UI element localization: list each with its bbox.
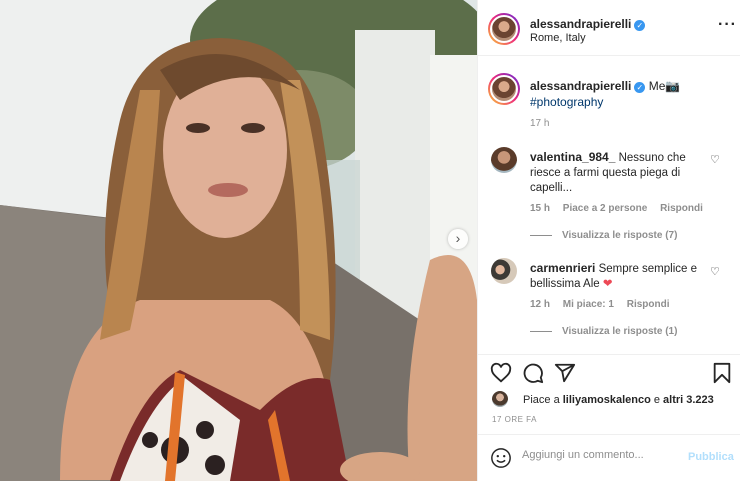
comment-input[interactable] — [522, 449, 672, 461]
comment-likes[interactable]: Piace a 2 persone — [563, 203, 648, 214]
caption-author-avatar[interactable] — [488, 73, 520, 105]
post-photo[interactable]: › — [0, 0, 477, 481]
commenter-avatar[interactable] — [491, 147, 517, 173]
heart-icon[interactable]: ♡ — [710, 265, 720, 278]
actions-divider — [478, 354, 740, 355]
more-options-icon[interactable]: ··· — [718, 16, 737, 34]
likes-middle: e — [650, 394, 664, 406]
share-icon[interactable] — [554, 362, 576, 384]
verified-badge-icon: ✓ — [634, 20, 646, 31]
post-date[interactable]: 17 ORE FA — [492, 415, 537, 424]
comment-username[interactable]: carmenrieri — [530, 261, 595, 275]
comment-meta: 15 h Piace a 2 persone Rispondi — [530, 203, 713, 214]
liker-avatar[interactable] — [492, 391, 508, 407]
likes-summary[interactable]: Piace a liliyamoskalenco e altri 3.223 — [523, 394, 714, 406]
post-header: alessandrapierelli ✓ Rome, Italy ··· — [478, 0, 740, 56]
verified-badge-icon: ✓ — [634, 82, 646, 93]
commenter-avatar[interactable] — [491, 258, 517, 284]
reply-button[interactable]: Rispondi — [660, 203, 703, 214]
next-photo-button[interactable]: › — [448, 229, 468, 249]
likes-prefix: Piace a — [523, 394, 563, 406]
post-image — [0, 0, 477, 481]
post-location[interactable]: Rome, Italy — [530, 32, 586, 44]
comment-icon[interactable] — [522, 362, 544, 384]
author-avatar[interactable] — [488, 13, 520, 45]
liker-username[interactable]: liliyamoskalenco — [563, 394, 651, 406]
comment-likes[interactable]: Mi piace: 1 — [563, 299, 614, 310]
comment-meta: 12 h Mi piace: 1 Rispondi — [530, 299, 680, 310]
comment-username[interactable]: valentina_984_ — [530, 150, 615, 164]
caption-username[interactable]: alessandrapierelli — [530, 79, 631, 93]
bookmark-icon[interactable] — [712, 362, 732, 384]
divider — [530, 330, 552, 332]
reply-button[interactable]: Rispondi — [627, 299, 670, 310]
view-replies-button[interactable]: Visualizza le risposte (7) — [530, 230, 677, 241]
comment-time: 15 h — [530, 203, 551, 214]
heart-icon[interactable] — [490, 362, 512, 384]
caption-time: 17 h — [530, 118, 550, 129]
red-heart-emoji: ❤ — [602, 278, 613, 290]
comment-body: carmenrieri Sempre semplice e bellissima… — [530, 261, 700, 292]
emoji-icon[interactable] — [490, 447, 512, 469]
comment-time: 12 h — [530, 299, 551, 310]
view-replies-button[interactable]: Visualizza le risposte (1) — [530, 326, 677, 337]
divider — [530, 234, 552, 236]
caption-text: Me📷 — [648, 79, 681, 93]
publish-button[interactable]: Pubblica — [688, 451, 734, 463]
caption-hashtag[interactable]: #photography — [530, 95, 603, 109]
likes-count[interactable]: altri 3.223 — [663, 394, 714, 406]
post-side-panel: alessandrapierelli ✓ Rome, Italy ··· ales… — [477, 0, 740, 481]
comment-body: valentina_984_ Nessuno che riesce a farm… — [530, 150, 700, 196]
author-username[interactable]: alessandrapierelli — [530, 17, 631, 31]
add-comment-bar: Pubblica — [478, 434, 740, 481]
heart-icon[interactable]: ♡ — [710, 153, 720, 166]
